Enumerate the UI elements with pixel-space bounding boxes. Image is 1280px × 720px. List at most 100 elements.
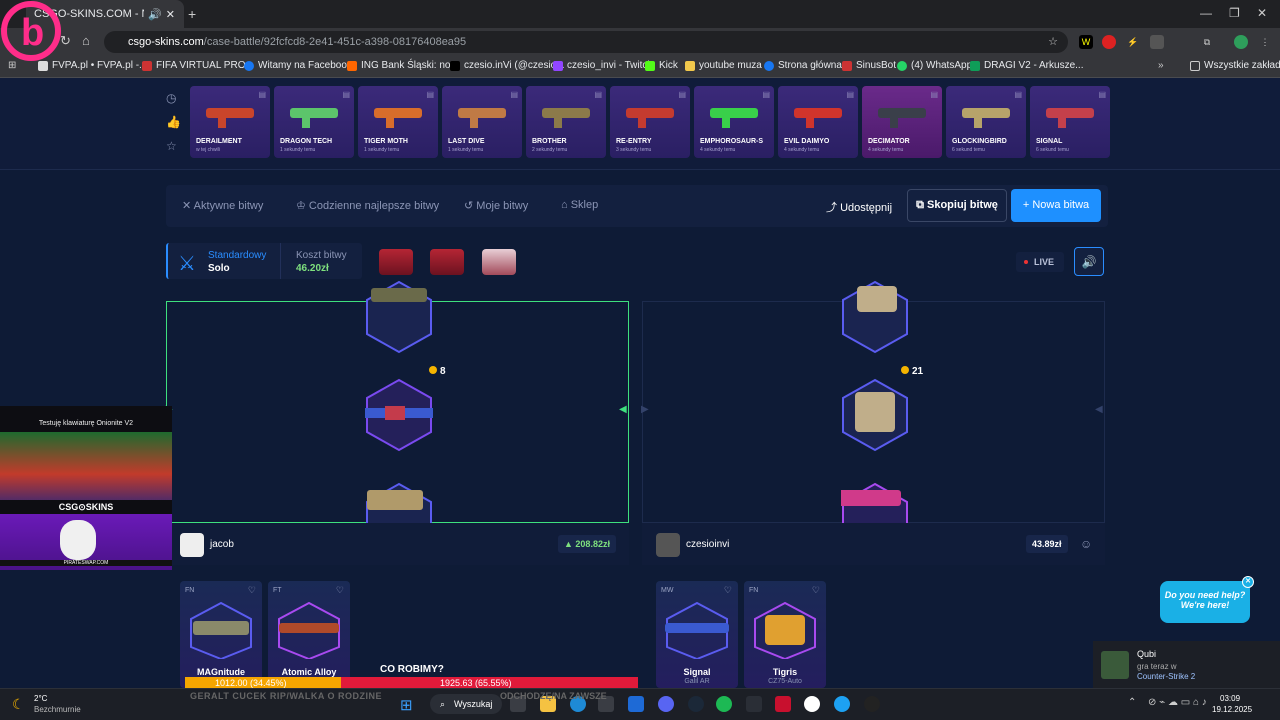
case-image[interactable] bbox=[430, 249, 464, 275]
drop-icon[interactable]: ▤ bbox=[594, 90, 602, 99]
bookmark-item[interactable]: czesio_invi - Twitch bbox=[553, 60, 653, 71]
item-card[interactable]: FN ♡ MAGnitude bbox=[180, 581, 262, 688]
bookmark-item[interactable]: Strona główna bbox=[764, 60, 842, 71]
drop-name: DERAILMENT bbox=[196, 138, 242, 145]
drop-icon[interactable]: ▤ bbox=[930, 90, 938, 99]
drop-icon[interactable]: ▤ bbox=[258, 90, 266, 99]
close-chat-icon[interactable]: ✕ bbox=[1242, 576, 1254, 588]
bookmark-item[interactable]: czesio.inVi (@czesio... bbox=[450, 60, 565, 71]
drop-icon[interactable]: ▤ bbox=[1014, 90, 1022, 99]
live-drop-card[interactable]: ▤ RE-ENTRY 3 sekundy temu bbox=[610, 86, 690, 158]
drop-icon[interactable]: ▤ bbox=[846, 90, 854, 99]
player-bar: czesioinvi 43.89zł ☺ bbox=[642, 523, 1105, 565]
app-icon[interactable] bbox=[864, 696, 880, 712]
extension-red-icon[interactable] bbox=[1102, 35, 1116, 49]
thumbs-up-icon[interactable]: 👍 bbox=[166, 115, 181, 129]
nav-shop[interactable]: ⌂ Sklep bbox=[561, 199, 598, 211]
sound-toggle[interactable]: 🔊 bbox=[1074, 247, 1104, 276]
taskbar-search[interactable]: ⌕ Wyszukaj bbox=[430, 694, 502, 714]
case-image[interactable] bbox=[482, 249, 516, 275]
shield-icon[interactable]: ♡ bbox=[724, 585, 732, 596]
item-card[interactable]: MW ♡ Signal Galil AR bbox=[656, 581, 738, 688]
player-name[interactable]: jacob bbox=[210, 539, 234, 550]
avatar[interactable] bbox=[180, 533, 204, 557]
close-window-icon[interactable]: ✕ bbox=[1257, 6, 1267, 20]
bookmark-item[interactable]: FIFA VIRTUAL PRO... bbox=[142, 60, 254, 71]
nav-daily-best[interactable]: ♔ Codzienne najlepsze bitwy bbox=[296, 199, 439, 212]
bookmark-item[interactable]: (4) WhatsApp bbox=[897, 60, 972, 71]
menu-dots-icon[interactable]: ⋮ bbox=[1258, 35, 1272, 49]
item-card[interactable]: FT ♡ Atomic Alloy bbox=[268, 581, 350, 688]
live-drop-card[interactable]: ▤ DERAILMENT w tej chwili bbox=[190, 86, 270, 158]
chrome-icon[interactable] bbox=[834, 696, 850, 712]
drop-icon[interactable]: ▤ bbox=[342, 90, 350, 99]
bookmark-item[interactable]: SinusBot bbox=[842, 60, 896, 71]
bookmark-item[interactable]: Kick bbox=[645, 60, 678, 71]
bookmark-star-icon[interactable]: ☆ bbox=[1048, 31, 1058, 53]
extension-blue-icon[interactable]: ⚡ bbox=[1126, 35, 1140, 49]
home-icon[interactable]: ⌂ bbox=[82, 33, 90, 48]
clock-icon[interactable]: ◷ bbox=[166, 91, 176, 105]
tray-icons[interactable]: ⊘ ⌁ ☁ ▭ ⌂ ♪ bbox=[1148, 697, 1207, 708]
live-drop-card[interactable]: ▤ DRAGON TECH 1 sekundy temu bbox=[274, 86, 354, 158]
item-card[interactable]: FN ♡ Tigris CZ75-Auto bbox=[744, 581, 826, 688]
drop-icon[interactable]: ▤ bbox=[678, 90, 686, 99]
share-button[interactable]: ⤴ Udostępnij bbox=[826, 199, 892, 215]
all-bookmarks[interactable]: Wszystkie zakładki bbox=[1190, 60, 1280, 71]
tray-chevron-icon[interactable]: ⌃ bbox=[1128, 697, 1136, 708]
nav-active-battles[interactable]: ✕ Aktywne bitwy bbox=[182, 199, 263, 212]
bookmark-item[interactable]: DRAGI V2 - Arkusze... bbox=[970, 60, 1083, 71]
bookmark-item[interactable]: youtube muza bbox=[685, 60, 762, 71]
extension-w-icon[interactable]: W bbox=[1079, 35, 1093, 49]
star-icon[interactable]: ☆ bbox=[166, 139, 177, 153]
shield-icon[interactable]: ♡ bbox=[336, 585, 344, 596]
shield-icon[interactable]: ♡ bbox=[248, 585, 256, 596]
drop-icon[interactable]: ▤ bbox=[426, 90, 434, 99]
game-notification[interactable]: Qubi gra teraz w Counter-Strike 2 bbox=[1093, 641, 1280, 688]
mail-icon[interactable] bbox=[628, 696, 644, 712]
extensions-puzzle-icon[interactable]: ⧉ bbox=[1200, 35, 1214, 49]
app-icon[interactable] bbox=[775, 696, 791, 712]
nav-my-battles[interactable]: ↺ Moje bitwy bbox=[464, 199, 528, 212]
weather-icon[interactable]: ☾ bbox=[12, 696, 25, 713]
item-subtitle: Galil AR bbox=[684, 678, 710, 685]
new-tab-icon[interactable]: + bbox=[188, 6, 196, 22]
maximize-icon[interactable]: ❐ bbox=[1229, 6, 1240, 20]
bookmark-item[interactable]: ING Bank Śląski: no... bbox=[347, 60, 459, 71]
item-condition: FT bbox=[273, 587, 282, 594]
live-drop-card[interactable]: ▤ TIGER MOTH 1 sekundy temu bbox=[358, 86, 438, 158]
new-battle-button[interactable]: + Nowa bitwa bbox=[1011, 189, 1101, 222]
address-bar[interactable]: csgo-skins.com/case-battle/92fcfcd8-2e41… bbox=[104, 31, 1068, 53]
shield-icon[interactable]: ♡ bbox=[812, 585, 820, 596]
profile-avatar[interactable] bbox=[1234, 35, 1248, 49]
discord-icon[interactable] bbox=[658, 696, 674, 712]
player-name[interactable]: czesioinvi bbox=[686, 539, 729, 550]
case-image[interactable] bbox=[379, 249, 413, 275]
terminal-icon[interactable] bbox=[746, 696, 762, 712]
obs-icon[interactable] bbox=[804, 696, 820, 712]
drop-icon[interactable]: ▤ bbox=[762, 90, 770, 99]
spotify-icon[interactable] bbox=[716, 696, 732, 712]
avatar[interactable] bbox=[656, 533, 680, 557]
live-drop-card[interactable]: ▤ EVIL DAIMYO 4 sekundy temu bbox=[778, 86, 858, 158]
more-bookmarks-icon[interactable]: » bbox=[1158, 60, 1164, 71]
live-drop-card[interactable]: ▤ SIGNAL 6 sekund temu bbox=[1030, 86, 1110, 158]
live-drop-card[interactable]: ▤ EMPHOROSAUR-S 4 sekundy temu bbox=[694, 86, 774, 158]
emoji-icon[interactable]: ☺ bbox=[1080, 537, 1092, 551]
drop-icon[interactable]: ▤ bbox=[1098, 90, 1106, 99]
steam-icon[interactable] bbox=[688, 696, 704, 712]
close-tab-icon[interactable]: ✕ bbox=[166, 8, 175, 21]
bookmark-item[interactable]: Witamy na Faceboo... bbox=[244, 60, 355, 71]
copy-battle-button[interactable]: ⧉ Skopiuj bitwę bbox=[907, 189, 1007, 222]
live-drop-card[interactable]: ▤ BROTHER 2 sekundy temu bbox=[526, 86, 606, 158]
drop-time: 1 sekundy temu bbox=[448, 147, 484, 153]
speaker-icon[interactable]: 🔊 bbox=[148, 8, 162, 21]
live-drop-card[interactable]: ▤ GLOCKINGBIRD 6 sekund temu bbox=[946, 86, 1026, 158]
extension-gray-icon[interactable] bbox=[1150, 35, 1164, 49]
start-icon[interactable]: ⊞ bbox=[400, 696, 413, 714]
minimize-icon[interactable]: — bbox=[1200, 6, 1212, 20]
help-chat-bubble[interactable]: Do you need help? We're here! ✕ bbox=[1160, 576, 1254, 623]
drop-icon[interactable]: ▤ bbox=[510, 90, 518, 99]
live-drop-card[interactable]: ▤ LAST DIVE 1 sekundy temu bbox=[442, 86, 522, 158]
live-drop-card[interactable]: ▤ DECIMATOR 4 sekundy temu bbox=[862, 86, 942, 158]
